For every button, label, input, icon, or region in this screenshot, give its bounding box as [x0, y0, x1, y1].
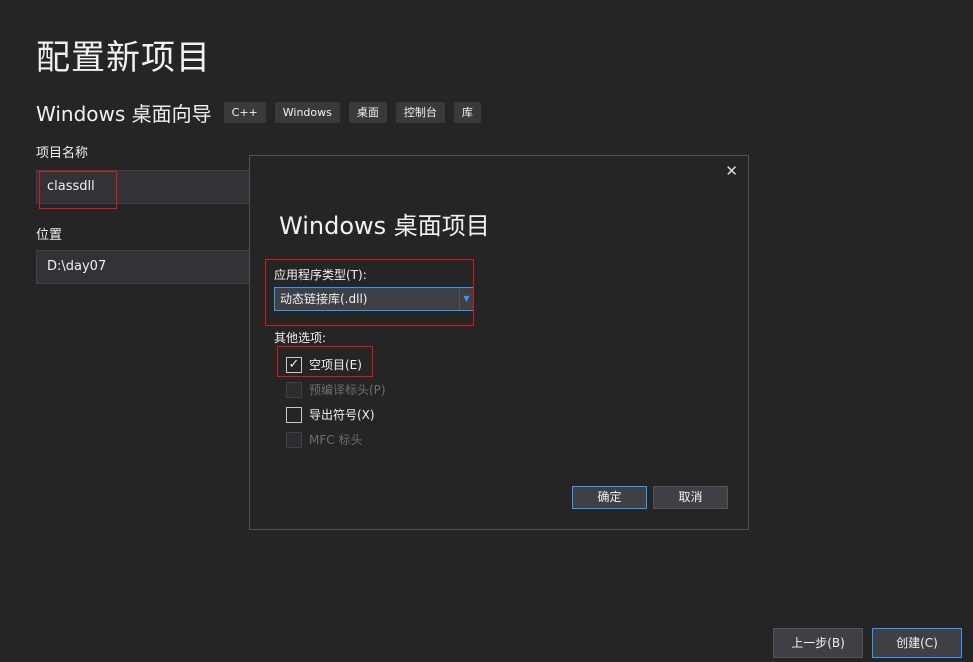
app-type-select[interactable]: 动态链接库(.dll) ▼ — [274, 287, 474, 311]
option-export-symbols[interactable]: 导出符号(X) — [286, 406, 375, 423]
checkbox-empty-project[interactable]: ✓ — [286, 356, 302, 373]
other-options-label: 其他选项: — [274, 331, 327, 345]
tag-cpp: C++ — [223, 102, 266, 123]
template-row: Windows 桌面向导 C++ Windows 桌面 控制台 库 — [36, 98, 490, 127]
desktop-project-dialog: ✕ Windows 桌面项目 应用程序类型(T): 动态链接库(.dll) ▼ … — [249, 155, 749, 530]
back-button[interactable]: 上一步(B) — [773, 628, 863, 658]
option-label: MFC 标头 — [309, 433, 363, 447]
checkbox-mfc-header — [286, 431, 302, 448]
tag-windows: Windows — [274, 102, 340, 123]
app-type-value: 动态链接库(.dll) — [280, 292, 368, 306]
create-button[interactable]: 创建(C) — [872, 628, 962, 658]
chevron-down-icon[interactable]: ▼ — [459, 288, 473, 310]
option-mfc-header: MFC 标头 — [286, 431, 362, 448]
tag-desktop: 桌面 — [348, 102, 387, 123]
page-title: 配置新项目 — [36, 38, 211, 78]
option-label: 导出符号(X) — [309, 408, 375, 422]
option-empty-project[interactable]: ✓ 空项目(E) — [286, 356, 362, 373]
checkbox-precompiled-header — [286, 381, 302, 398]
option-label: 预编译标头(P) — [309, 383, 386, 397]
template-name: Windows 桌面向导 — [36, 102, 212, 126]
location-label: 位置 — [36, 228, 63, 243]
dialog-title: Windows 桌面项目 — [279, 212, 490, 240]
app-type-label: 应用程序类型(T): — [274, 268, 367, 282]
option-precompiled-header: 预编译标头(P) — [286, 381, 386, 398]
option-label: 空项目(E) — [309, 358, 362, 372]
tag-library: 库 — [453, 102, 481, 123]
cancel-button[interactable]: 取消 — [653, 486, 728, 509]
project-name-label: 项目名称 — [36, 146, 89, 161]
checkbox-export-symbols[interactable] — [286, 406, 302, 423]
tag-console: 控制台 — [395, 102, 445, 123]
location-input[interactable]: D:\day07 — [36, 250, 252, 284]
close-icon[interactable]: ✕ — [725, 162, 738, 180]
project-name-input[interactable]: classdll — [36, 170, 252, 204]
ok-button[interactable]: 确定 — [572, 486, 647, 509]
